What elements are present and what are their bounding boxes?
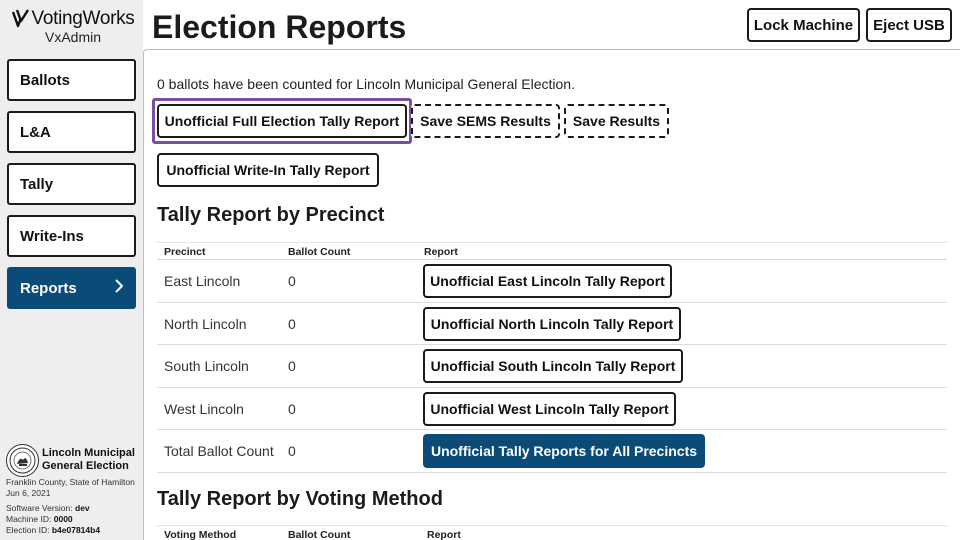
header-voting-method: Voting Method: [164, 529, 237, 540]
west-lincoln-report-button[interactable]: Unofficial West Lincoln Tally Report: [423, 391, 676, 426]
brand-logo: VotingWorks: [11, 8, 135, 30]
nav-item-write-ins[interactable]: Write-Ins: [7, 215, 136, 257]
product-name: VxAdmin: [44, 29, 102, 45]
software-version-value: dev: [75, 503, 90, 513]
total-label: Total Ballot Count: [164, 443, 274, 459]
table-row: West Lincoln 0 Unofficial West Lincoln T…: [157, 388, 947, 430]
summary-election-name: Lincoln Municipal General Election: [356, 76, 572, 92]
ballot-count-cell: 0: [288, 273, 296, 289]
table-row: East Lincoln 0 Unofficial East Lincoln T…: [157, 260, 947, 303]
ballot-count-cell: 0: [288, 315, 296, 332]
save-results-button[interactable]: Save Results: [564, 104, 669, 138]
software-version-label: Software Version:: [6, 503, 73, 513]
ballot-count-summary: 0 ballots have been counted for Lincoln …: [157, 76, 575, 92]
machine-id: Machine ID: 0000: [6, 514, 140, 525]
summary-end: .: [571, 76, 575, 92]
precinct-section-title: Tally Report by Precinct: [157, 204, 385, 226]
full-election-tally-report-button[interactable]: Unofficial Full Election Tally Report: [157, 104, 407, 138]
state-seal-icon: [6, 444, 39, 477]
page-title: Election Reports: [152, 9, 407, 45]
main-content: 0 ballots have been counted for Lincoln …: [143, 49, 960, 540]
machine-id-label: Machine ID:: [6, 514, 52, 524]
north-lincoln-report-button[interactable]: Unofficial North Lincoln Tally Report: [423, 306, 681, 341]
election-id-label: Election ID:: [6, 525, 50, 535]
south-lincoln-report-button[interactable]: Unofficial South Lincoln Tally Report: [423, 349, 683, 383]
election-location: Franklin County, State of Hamilton: [6, 477, 135, 487]
header-report: Report: [427, 529, 461, 540]
nav-item-reports[interactable]: Reports: [7, 267, 136, 309]
nav-item-ballots[interactable]: Ballots: [7, 59, 136, 101]
precinct-name: South Lincoln: [164, 358, 249, 374]
table-row-total: Total Ballot Count 0 Unofficial Tally Re…: [157, 430, 947, 473]
summary-text: have been counted for: [209, 76, 357, 92]
voting-method-table-header: Voting Method Ballot Count Report: [157, 525, 947, 540]
precinct-name: West Lincoln: [164, 400, 244, 417]
precinct-table: Precinct Ballot Count Report East Lincol…: [157, 242, 947, 473]
header-precinct: Precinct: [164, 246, 206, 258]
election-id: Election ID: b4e07814b4: [6, 525, 140, 536]
voting-method-table: Voting Method Ballot Count Report: [157, 525, 947, 540]
east-lincoln-report-button[interactable]: Unofficial East Lincoln Tally Report: [423, 264, 672, 298]
header-report: Report: [424, 246, 458, 258]
brand: VotingWorks VxAdmin: [11, 8, 135, 45]
voting-method-section-title: Tally Report by Voting Method: [157, 488, 443, 510]
nav-item-label: Reports: [20, 279, 77, 297]
sidebar: VotingWorks VxAdmin Ballots L&A Tally Wr…: [0, 0, 143, 540]
nav-item-label: Tally: [20, 175, 54, 193]
precinct-name: East Lincoln: [164, 273, 241, 289]
nav-item-label: Ballots: [20, 71, 71, 89]
software-version: Software Version: dev: [6, 503, 140, 514]
nav-item-label: Write-Ins: [20, 227, 84, 245]
election-id-value: b4e07814b4: [51, 525, 101, 535]
write-in-tally-report-button[interactable]: Unofficial Write-In Tally Report: [157, 153, 379, 187]
header-ballot-count: Ballot Count: [288, 529, 351, 540]
nav-item-tally[interactable]: Tally: [7, 163, 136, 205]
nav-item-label: L&A: [20, 123, 51, 141]
chevron-right-icon: [114, 279, 124, 297]
election-date: Jun 6, 2021: [6, 488, 51, 498]
table-row: North Lincoln 0 Unofficial North Lincoln…: [157, 303, 947, 345]
ballot-count-cell: 0: [288, 400, 296, 417]
machine-id-value: 0000: [53, 514, 73, 524]
nav-item-la[interactable]: L&A: [7, 111, 136, 153]
lock-machine-button[interactable]: Lock Machine: [747, 8, 860, 42]
election-title: Lincoln Municipal General Election: [42, 447, 135, 472]
ballot-count: 0 ballots: [157, 76, 210, 92]
brand-name: VotingWorks: [31, 8, 135, 29]
votingworks-check-icon: [11, 9, 30, 29]
eject-usb-button[interactable]: Eject USB: [866, 8, 952, 42]
precinct-table-header: Precinct Ballot Count Report: [157, 242, 947, 260]
total-count: 0: [288, 443, 296, 459]
ballot-count-cell: 0: [288, 358, 296, 374]
header-ballot-count: Ballot Count: [288, 246, 351, 258]
table-row: South Lincoln 0 Unofficial South Lincoln…: [157, 345, 947, 388]
save-sems-results-button[interactable]: Save SEMS Results: [411, 104, 560, 138]
all-precincts-report-button[interactable]: Unofficial Tally Reports for All Precinc…: [423, 434, 705, 468]
election-info: Lincoln Municipal General Election Frank…: [6, 444, 140, 536]
precinct-name: North Lincoln: [164, 315, 247, 332]
